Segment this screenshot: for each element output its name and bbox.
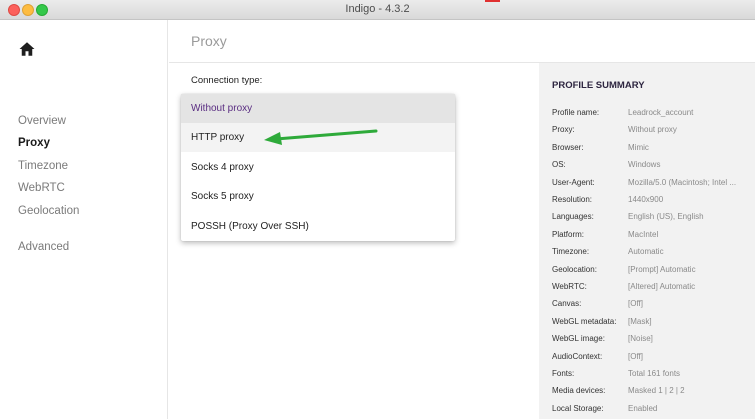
connection-type-label: Connection type: <box>191 75 263 86</box>
option-without-proxy[interactable]: Without proxy <box>181 94 455 123</box>
summary-value: MacIntel <box>628 229 659 239</box>
summary-key: Profile name: <box>552 108 600 117</box>
summary-row: Platform: MacIntel <box>552 230 752 242</box>
summary-value: [Altered] Automatic <box>628 282 696 291</box>
summary-value: [Prompt] Automatic <box>628 264 696 274</box>
summary-key: Local Storage: <box>552 403 604 413</box>
summary-row: User-Agent: Mozilla/5.0 (Macintosh; Intel… <box>552 178 752 190</box>
sidebar-item-overview[interactable]: Overview <box>18 115 66 127</box>
summary-row: Profile name: Leadrock_account <box>552 108 752 120</box>
app-window: Indigo - 4.3.2 Overview Proxy Timezone W… <box>0 0 755 419</box>
summary-key: Fonts: <box>552 369 575 378</box>
sidebar-item-timezone[interactable]: Timezone <box>18 160 68 172</box>
summary-value: Total 161 fonts <box>628 369 681 378</box>
connection-type-dropdown[interactable]: Without proxy HTTP proxy Socks 4 proxy S… <box>181 94 455 241</box>
summary-row: Media devices: Masked 1 | 2 | 2 <box>552 386 752 398</box>
summary-value: Mimic <box>628 142 649 152</box>
summary-key: WebRTC: <box>552 282 587 291</box>
summary-row: Resolution: 1440x900 <box>552 195 752 207</box>
page-title: Proxy <box>191 33 227 49</box>
summary-row: WebGL image: [Noise] <box>552 334 752 346</box>
summary-key: Canvas: <box>552 299 582 309</box>
summary-row: OS: Windows <box>552 160 752 172</box>
summary-value: Masked 1 | 2 | 2 <box>628 386 685 396</box>
home-icon[interactable] <box>18 40 36 58</box>
summary-row: WebGL metadata: [Mask] <box>552 317 752 329</box>
option-socks5-proxy[interactable]: Socks 5 proxy <box>181 182 455 211</box>
summary-key: Media devices: <box>552 386 606 396</box>
summary-row: Proxy: Without proxy <box>552 125 752 137</box>
summary-row: Geolocation: [Prompt] Automatic <box>552 265 752 277</box>
summary-key: Platform: <box>552 229 585 239</box>
summary-key: Browser: <box>552 142 584 152</box>
summary-key: WebGL metadata: <box>552 316 617 326</box>
summary-row: Local Storage: Enabled <box>552 404 752 416</box>
window-title: Indigo - 4.3.2 <box>345 3 410 15</box>
profile-summary-panel: PROFILE SUMMARY Profile name: Leadrock_ac… <box>539 63 755 419</box>
option-socks4-proxy[interactable]: Socks 4 proxy <box>181 153 455 182</box>
summary-key: AudioContext: <box>552 351 603 361</box>
summary-key: Geolocation: <box>552 264 597 274</box>
summary-key: Resolution: <box>552 195 593 204</box>
sidebar-item-proxy[interactable]: Proxy <box>18 137 50 149</box>
summary-key: Proxy: <box>552 125 575 135</box>
title-bar: Indigo - 4.3.2 <box>0 0 755 20</box>
page-header: Proxy <box>169 20 755 63</box>
summary-key: Timezone: <box>552 247 590 257</box>
profile-summary-title: PROFILE SUMMARY <box>552 80 645 91</box>
summary-key: WebGL image: <box>552 334 605 344</box>
sidebar: Overview Proxy Timezone WebRTC Geolocati… <box>0 20 168 419</box>
title-bar-indicator <box>485 0 500 2</box>
summary-value: Windows <box>628 160 661 170</box>
summary-row: Timezone: Automatic <box>552 247 752 259</box>
summary-value: Mozilla/5.0 (Macintosh; Intel ... <box>628 177 737 187</box>
summary-key: OS: <box>552 160 566 170</box>
summary-value: Leadrock_account <box>628 108 694 117</box>
summary-row: Languages: English (US), English <box>552 212 752 224</box>
summary-value: [Off] <box>628 299 643 309</box>
summary-value: Enabled <box>628 403 658 413</box>
summary-key: Languages: <box>552 212 594 222</box>
sidebar-item-advanced[interactable]: Advanced <box>18 241 69 253</box>
summary-value: English (US), English <box>628 212 704 222</box>
summary-value: [Noise] <box>628 334 653 344</box>
summary-value: Automatic <box>628 247 664 257</box>
summary-value: [Mask] <box>628 316 652 326</box>
summary-row: Fonts: Total 161 fonts <box>552 369 752 381</box>
summary-value: Without proxy <box>628 125 677 135</box>
sidebar-item-webrtc[interactable]: WebRTC <box>18 182 65 194</box>
summary-row: WebRTC: [Altered] Automatic <box>552 282 752 294</box>
sidebar-item-geolocation[interactable]: Geolocation <box>18 205 79 217</box>
summary-row: Browser: Mimic <box>552 143 752 155</box>
summary-value: 1440x900 <box>628 195 664 204</box>
arrow-left-icon <box>264 129 378 145</box>
summary-row: AudioContext: [Off] <box>552 352 752 364</box>
summary-value: [Off] <box>628 351 643 361</box>
summary-key: User-Agent: <box>552 177 595 187</box>
option-possh-proxy[interactable]: POSSH (Proxy Over SSH) <box>181 212 455 241</box>
summary-row: Canvas: [Off] <box>552 299 752 311</box>
